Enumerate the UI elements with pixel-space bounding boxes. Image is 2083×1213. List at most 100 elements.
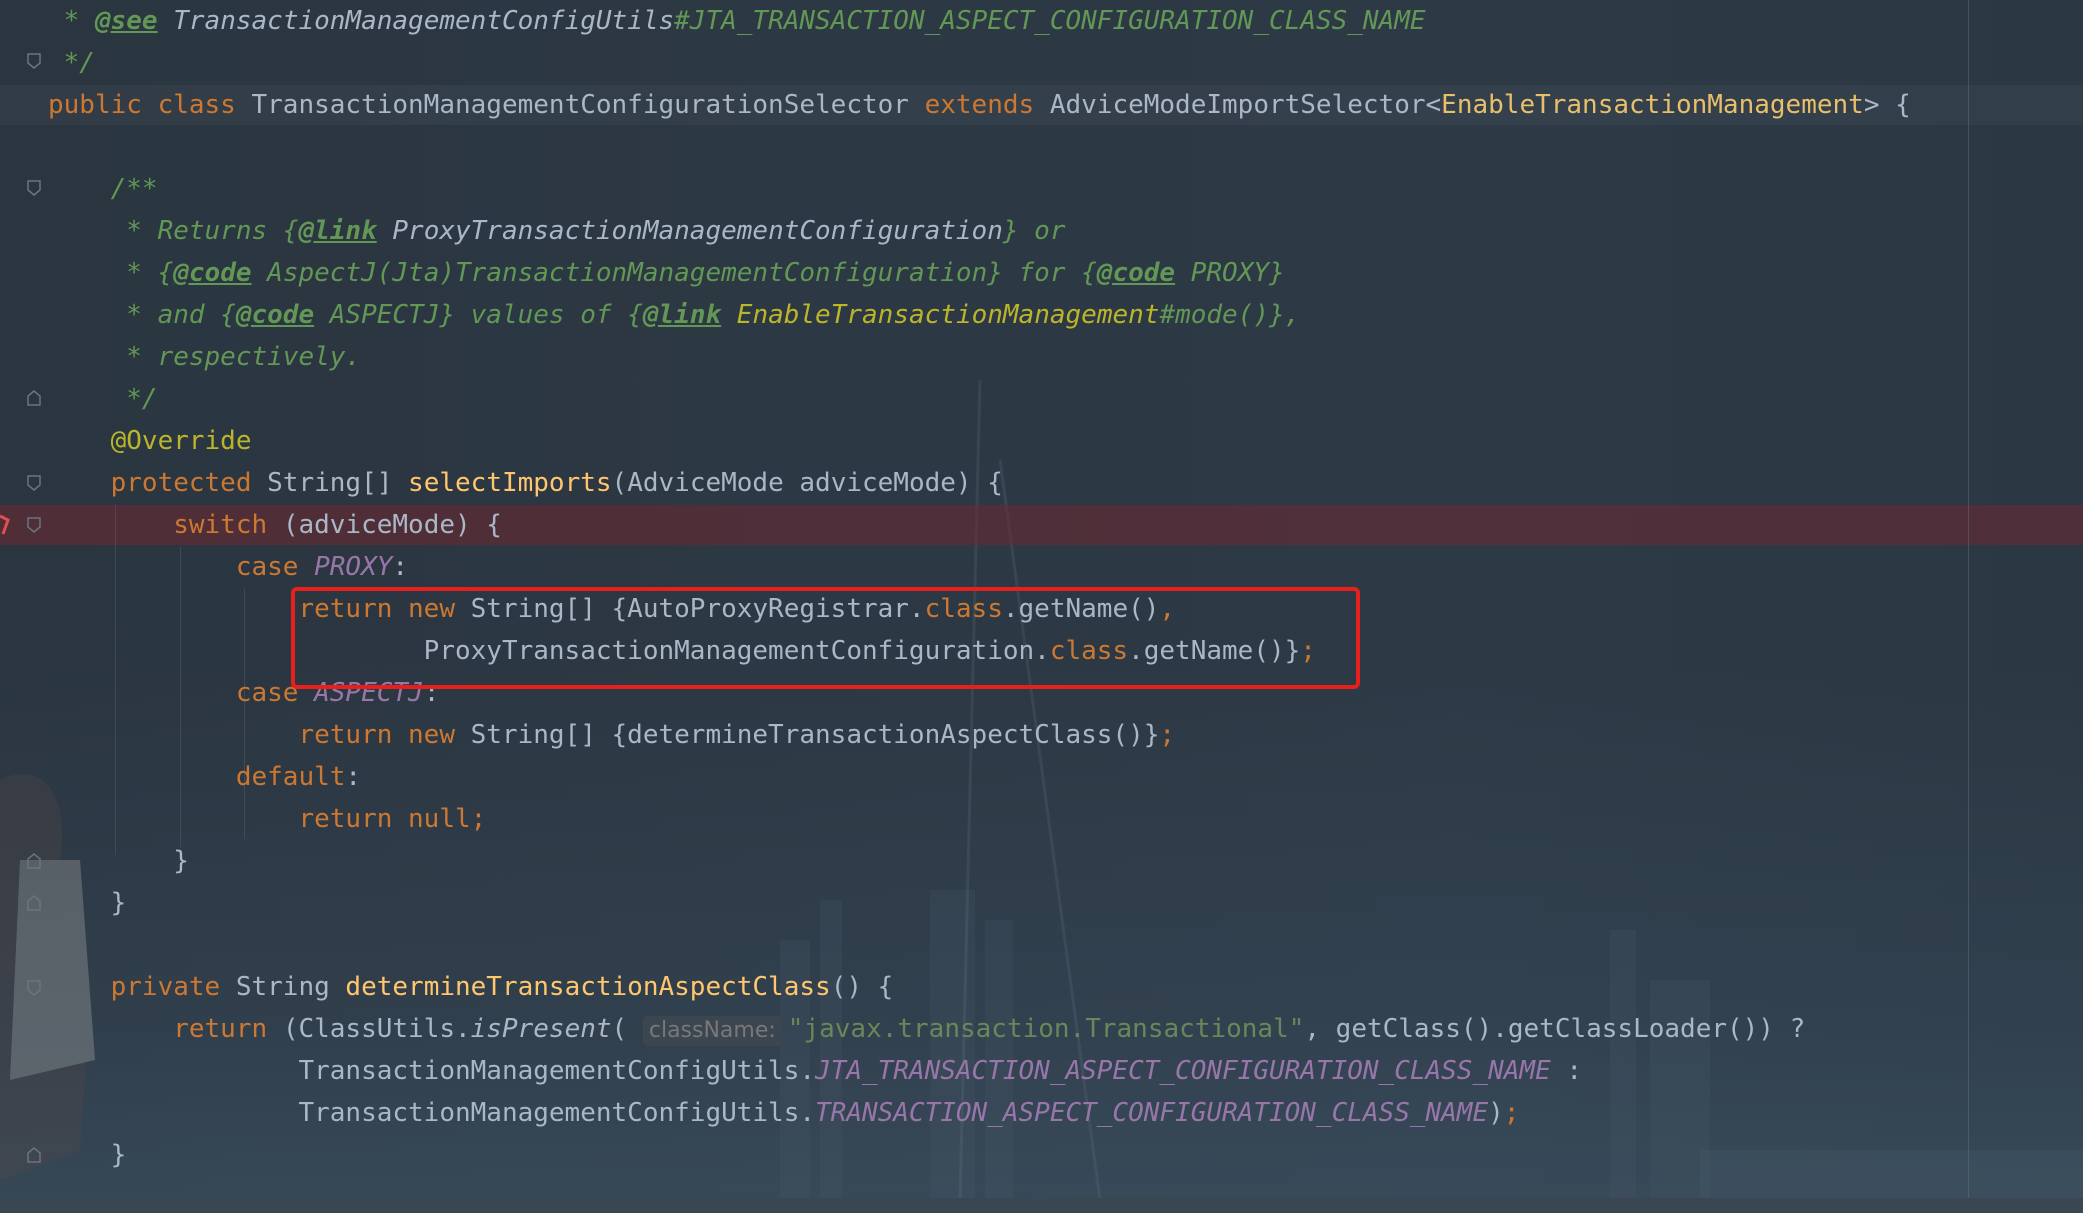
code-token: (ClassUtils. [282, 1014, 471, 1044]
code-token: (AdviceMode adviceMode) { [611, 468, 1003, 498]
code-line[interactable]: } [48, 840, 189, 882]
code-token: TransactionManagementConfigurationSelect… [251, 90, 925, 120]
code-token: EnableTransactionManagement [721, 300, 1160, 330]
code-token: EnableTransactionManagement [1441, 90, 1864, 120]
code-line[interactable]: TransactionManagementConfigUtils.TRANSAC… [48, 1092, 1519, 1134]
fold-icon[interactable] [27, 53, 41, 69]
code-line[interactable]: * Returns {@link ProxyTransactionManagem… [48, 210, 1066, 252]
code-token: */ [48, 384, 158, 414]
code-token: : [345, 762, 362, 792]
code-token: extends [924, 90, 1050, 120]
code-token: @link [298, 216, 377, 246]
code-token: @Override [48, 426, 252, 456]
code-token: /** [48, 174, 158, 204]
code-token: ProxyTransactionManagementConfiguration [376, 216, 1003, 246]
fold-icon[interactable] [27, 180, 41, 196]
code-line[interactable]: @Override [48, 420, 252, 462]
code-line[interactable]: * respectively. [48, 336, 361, 378]
fold-icon[interactable] [27, 895, 41, 911]
code-token: @code [1096, 258, 1176, 288]
code-token: * [48, 6, 95, 36]
code-token: : [392, 552, 409, 582]
code-token: PROXY [314, 552, 393, 582]
code-token: @see [94, 6, 158, 36]
fold-icon[interactable] [27, 980, 41, 996]
code-token: private [48, 972, 236, 1002]
code-line[interactable]: return new String[] {determineTransactio… [48, 714, 1175, 756]
code-token: } [48, 1140, 127, 1170]
code-token: } [48, 888, 127, 918]
code-token: public class [48, 90, 252, 120]
horizontal-scrollbar[interactable] [0, 1198, 2083, 1213]
code-token: } [48, 846, 189, 876]
code-token: TransactionManagementConfigUtils. [48, 1098, 816, 1128]
code-token: () { [830, 972, 894, 1002]
fold-icon[interactable] [27, 1147, 41, 1163]
code-token: return null; [48, 804, 487, 834]
code-token: , getClass().getClassLoader()) ? [1304, 1014, 1806, 1044]
code-line[interactable]: */ [48, 378, 158, 420]
right-margin-guide [1968, 0, 1969, 1213]
code-line[interactable]: private String determineTransactionAspec… [48, 966, 894, 1008]
code-token: @link [642, 300, 722, 330]
code-line[interactable]: protected String[] selectImports(AdviceM… [48, 462, 1003, 504]
code-token: case [48, 552, 315, 582]
code-token: protected [48, 468, 268, 498]
code-token: @code [235, 300, 315, 330]
code-token: determineTransactionAspectClass [345, 972, 831, 1002]
code-token: ) [1488, 1098, 1504, 1128]
code-token: return new [48, 720, 471, 750]
code-line[interactable]: case PROXY: [48, 546, 408, 588]
code-token: * Returns { [48, 216, 299, 246]
code-token: ; [1503, 1098, 1520, 1128]
code-line[interactable]: * and {@code ASPECTJ} values of {@link E… [48, 294, 1300, 336]
fold-icon[interactable] [27, 517, 41, 533]
code-line[interactable]: * {@code AspectJ(Jta)TransactionManageme… [48, 252, 1285, 294]
code-line[interactable]: default: [48, 756, 361, 798]
code-token: * respectively. [48, 342, 362, 372]
code-token: JTA_TRANSACTION_ASPECT_CONFIGURATION_CLA… [815, 1056, 1551, 1086]
code-line[interactable]: TransactionManagementConfigUtils.JTA_TRA… [48, 1050, 1582, 1092]
code-token: @code [173, 258, 252, 288]
code-token: isPresent [470, 1014, 612, 1044]
code-token: TransactionManagementConfigUtils. [48, 1056, 816, 1086]
code-token: * and { [48, 300, 236, 330]
code-token: switch [48, 510, 283, 540]
code-line[interactable]: return null; [48, 798, 486, 840]
code-line[interactable]: */ [48, 42, 95, 84]
code-token: ASPECTJ} values of { [314, 300, 643, 330]
parameter-hint: className: [642, 1016, 782, 1046]
code-token: ; [1159, 720, 1176, 750]
code-token: String [235, 972, 346, 1002]
code-token: * { [48, 258, 174, 288]
code-line[interactable]: return (ClassUtils.isPresent( className:… [48, 1008, 1805, 1050]
code-token: default [48, 762, 346, 792]
fold-icon[interactable] [27, 390, 41, 406]
code-line[interactable]: } [48, 1134, 127, 1176]
code-token: PROXY} [1175, 258, 1285, 288]
red-annotation-box [291, 587, 1360, 689]
code-token: ( [611, 1014, 643, 1044]
fold-icon[interactable] [27, 853, 41, 869]
code-line[interactable]: /** [48, 168, 158, 210]
code-token: #mode()}, [1159, 300, 1301, 330]
breakpoint-icon[interactable] [0, 514, 10, 536]
code-token: TransactionManagementConfigUtils [173, 6, 675, 36]
code-line[interactable]: } [48, 882, 127, 924]
code-token: > { [1863, 90, 1911, 120]
code-line[interactable]: public class TransactionManagementConfig… [48, 84, 1911, 126]
code-token: return [48, 1014, 283, 1044]
code-token: String[] {determineTransactionAspectClas… [470, 720, 1160, 750]
code-line[interactable]: * @see TransactionManagementConfigUtils#… [48, 0, 1426, 42]
code-token: selectImports [408, 468, 612, 498]
fold-icon[interactable] [27, 475, 41, 491]
code-line[interactable]: switch (adviceMode) { [48, 504, 502, 546]
code-token: String[] [267, 468, 409, 498]
code-token: AspectJ(Jta)TransactionManagementConfigu… [251, 258, 1097, 288]
code-token: : [1550, 1056, 1583, 1086]
code-token: "javax.transaction.Transactional" [787, 1014, 1305, 1044]
code-token: #JTA_TRANSACTION_ASPECT_CONFIGURATION_CL… [674, 6, 1426, 36]
code-token: } or [1002, 216, 1066, 246]
code-token: AdviceModeImportSelector< [1049, 90, 1442, 120]
